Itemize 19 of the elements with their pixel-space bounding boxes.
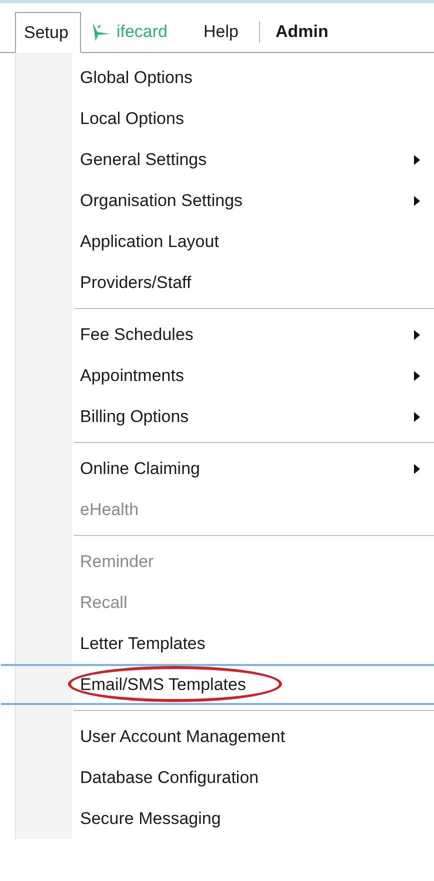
menu-item[interactable]: Fee Schedules <box>16 314 434 355</box>
menu-item[interactable]: Application Layout <box>16 221 434 262</box>
menu-item[interactable]: Email/SMS Templates <box>1 664 434 705</box>
menu-bar-item[interactable]: Help <box>194 12 252 52</box>
menu-bar-item[interactable]: Admin <box>260 12 342 52</box>
menu-item[interactable]: General Settings <box>16 139 434 180</box>
menu-item[interactable]: Local Options <box>16 98 434 139</box>
menu-item[interactable]: Letter Templates <box>16 623 434 664</box>
menu-item[interactable]: Billing Options <box>16 396 434 437</box>
menu-item[interactable]: Organisation Settings <box>16 180 434 221</box>
menu-item[interactable]: Secure Messaging <box>16 798 434 839</box>
menu-item[interactable]: Database Configuration <box>16 757 434 798</box>
menu-item[interactable]: Appointments <box>16 355 434 396</box>
menu-item[interactable]: User Account Management <box>16 716 434 757</box>
menu-item[interactable]: Providers/Staff <box>16 262 434 303</box>
figure-logo-icon <box>90 21 112 43</box>
menu-bar-item[interactable]: Setup <box>15 12 82 53</box>
menu-item[interactable]: Online Claiming <box>16 448 434 489</box>
menu-item[interactable]: Global Options <box>16 57 434 98</box>
